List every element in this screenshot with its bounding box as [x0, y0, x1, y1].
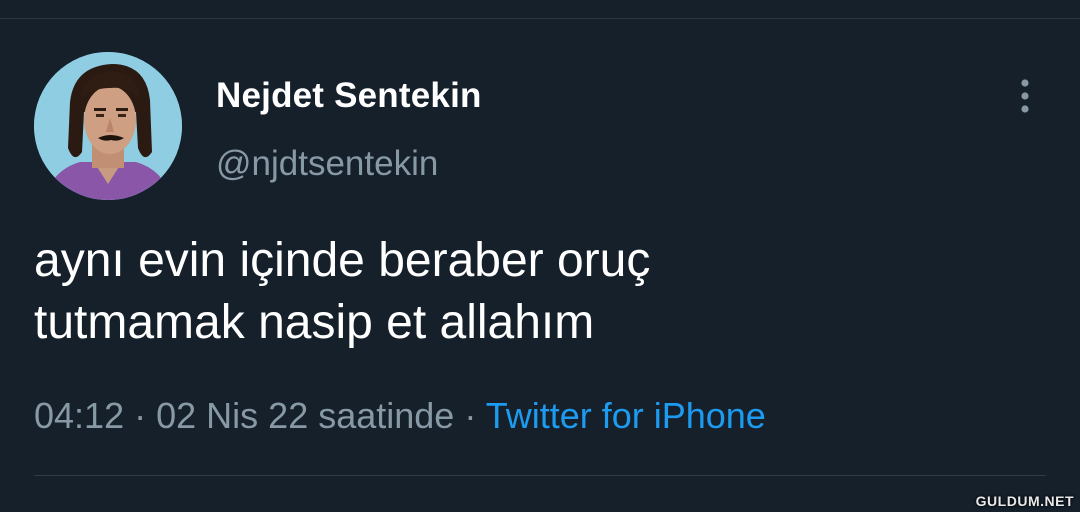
tweet-detail-screen: Nejdet Sentekin @njdtsentekin aynı evin …: [0, 0, 1080, 512]
tweet-meta: 04:12 · 02 Nis 22 saatinde · Twitter for…: [34, 394, 766, 438]
top-divider: [0, 18, 1080, 19]
profile-photo: [34, 52, 182, 200]
meta-separator: ·: [134, 395, 147, 436]
more-options-button[interactable]: [1010, 76, 1040, 116]
more-vertical-icon: [1021, 79, 1029, 113]
tweet-text: aynı evin içinde beraber oruç tutmamak n…: [34, 234, 651, 349]
bottom-divider: [34, 475, 1046, 476]
author-display-name[interactable]: Nejdet Sentekin: [216, 76, 482, 116]
tweet-time[interactable]: 04:12: [34, 395, 124, 436]
tweet-date[interactable]: 02 Nis 22 saatinde: [156, 395, 454, 436]
author-handle[interactable]: @njdtsentekin: [216, 144, 438, 184]
watermark: GULDUM.NET: [975, 493, 1074, 509]
tweet-source-link[interactable]: Twitter for iPhone: [486, 395, 766, 436]
avatar[interactable]: [34, 52, 182, 200]
meta-separator: ·: [464, 395, 477, 436]
